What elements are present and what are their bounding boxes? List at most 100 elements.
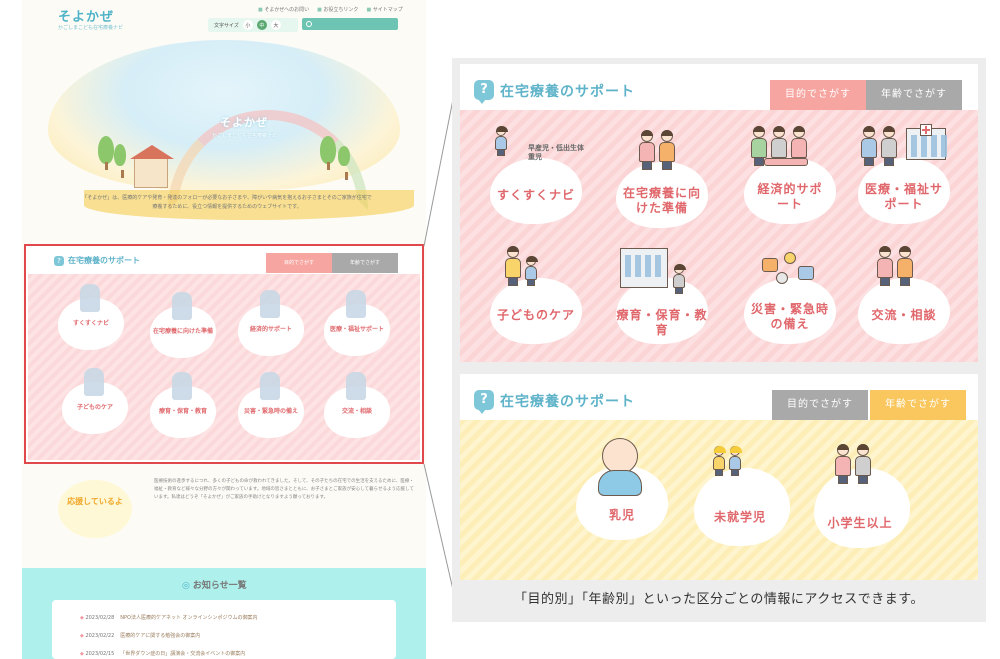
header-link-contact[interactable]: そよかぜへのお問い [258, 6, 309, 13]
mini-item-exchange[interactable]: 交流・相談 [324, 372, 390, 438]
header-link-useful[interactable]: お役立ちリンク [317, 6, 358, 13]
flashlight-icon [784, 252, 796, 264]
tab-purpose[interactable]: 目的でさがす [772, 390, 868, 420]
item-exchange-consultation[interactable]: 交流・相談 [850, 244, 954, 348]
water-icon [776, 272, 788, 284]
support-section: 応援しているよ 医療技術の進歩するにつれ、多くの子どもの命が救われてきました。そ… [44, 470, 424, 562]
item-preschool[interactable]: 未就学児 [686, 446, 790, 550]
item-label: 未就学児 [713, 510, 766, 524]
item-label: 災害・緊急時の備え [750, 302, 829, 331]
mini-item-education[interactable]: 療育・保育・教育 [150, 372, 216, 438]
item-disaster-preparedness[interactable]: 災害・緊急時の備え [736, 244, 840, 348]
baby-body-icon [598, 470, 642, 496]
baby-illustration-icon [494, 126, 508, 156]
purpose-panel-body: 早産児・低出生体重児 すくすくナビ 在宅療養に向けた準備 経済的サポート 医療・… [460, 110, 978, 362]
tree-illustration [320, 136, 336, 170]
news-section: お知らせ一覧 2023/02/28 NPO法人医療的ケアネット オンラインシンポジ… [22, 568, 426, 659]
zoomed-panels: ? 在宅療養のサポート 目的でさがす 年齢でさがす 早産児・低出生体重児 すくす… [452, 58, 986, 622]
supplies-icon [798, 266, 814, 280]
tree-illustration [338, 146, 350, 180]
news-item[interactable]: 2023/02/15 「世界ダウン症の日」講演会・交流会イベントの御案内 [80, 650, 245, 657]
item-label: 在宅療養に向けた準備 [622, 186, 701, 215]
item-elementary-and-above[interactable]: 小学生以上 [806, 444, 910, 548]
tab-purpose[interactable]: 目的でさがす [770, 80, 866, 117]
baby-face-icon [602, 438, 638, 474]
item-sublabel: 早産児・低出生体重児 [528, 144, 584, 161]
item-label: 乳児 [608, 508, 635, 522]
item-medical-welfare-support[interactable]: 医療・福祉サポート [850, 124, 954, 228]
hero-subtitle: かごしまこども在宅療養ナビ [212, 133, 278, 139]
news-text[interactable]: 「世界ダウン症の日」講演会・交流会イベントの御案内 [120, 651, 245, 657]
tree-illustration [114, 144, 126, 178]
school-building-icon [620, 248, 668, 288]
mini-panel-header: ? 在宅療養のサポート 目的でさがす 年齢でさがす [28, 248, 420, 274]
font-size-switcher: 文字サイズ 小 中 大 [208, 18, 298, 32]
house-illustration [130, 145, 174, 188]
site-logo[interactable]: そよかぜ [58, 6, 114, 25]
news-item[interactable]: 2023/02/22 医療的ケアに関する勉強会の御案内 [80, 632, 200, 639]
caption-text: 「目的別」「年齢別」といった区分ごとの情報にアクセスできます。 [514, 592, 924, 607]
item-home-care-preparation[interactable]: 在宅療養に向けた準備 [608, 128, 712, 232]
school-children-icon [834, 444, 872, 484]
mini-panel-body: すくすくナビ 在宅療養に向けた準備 経済的サポート 医療・福祉サポート 子どもの… [28, 274, 420, 460]
table-icon [764, 158, 808, 166]
mini-panel-title: 在宅療養のサポート [68, 256, 140, 265]
item-background [694, 468, 790, 546]
support-text: 医療技術の進歩するにつれ、多くの子どもの命が救われてきました。そして、その子たち… [154, 479, 414, 500]
font-size-large-button[interactable]: 大 [270, 20, 281, 30]
item-sukusuku-navi[interactable]: 早産児・低出生体重児 すくすくナビ [482, 124, 586, 228]
mini-item-sukusuku[interactable]: すくすくナビ [58, 284, 124, 350]
news-text[interactable]: NPO法人医療的ケアネット オンラインシンポジウムの御案内 [120, 615, 257, 621]
question-icon: ? [474, 80, 494, 104]
purpose-panel-title: 在宅療養のサポート [500, 84, 635, 100]
age-panel-title: 在宅療養のサポート [500, 394, 635, 410]
mini-item-disaster[interactable]: 災害・緊急時の備え [238, 372, 304, 438]
support-badge: 応援しているよ [58, 480, 132, 538]
mini-item-economic[interactable]: 経済的サポート [238, 290, 304, 356]
search-input[interactable] [302, 18, 398, 30]
age-panel: ? 在宅療養のサポート 目的でさがす 年齢でさがす 乳児 未就学児 小学生以上 [460, 374, 978, 580]
item-child-care[interactable]: 子どものケア [482, 244, 586, 348]
mini-item-medical[interactable]: 医療・福祉サポート [324, 290, 390, 356]
hero-title: そよかぜ [220, 116, 268, 129]
font-size-medium-button[interactable]: 中 [256, 20, 267, 30]
site-header: そよかぜ かごしまこども在宅療養ナビ そよかぜへのお問い お役立ちリンク サイト… [22, 0, 426, 44]
item-label: 経済的サポート [757, 182, 823, 211]
news-item[interactable]: 2023/02/28 NPO法人医療的ケアネット オンラインシンポジウムの御案内 [80, 614, 257, 621]
item-economic-support[interactable]: 経済的サポート [736, 124, 840, 228]
purpose-panel-header: ? 在宅療養のサポート 目的でさがす 年齢でさがす [460, 64, 978, 117]
mini-tab-purpose[interactable]: 目的でさがす [266, 253, 332, 273]
highlighted-support-panel: ? 在宅療養のサポート 目的でさがす 年齢でさがす すくすくナビ 在宅療養に向け… [24, 244, 424, 464]
news-title: お知らせ一覧 [182, 578, 247, 591]
item-education-childcare[interactable]: 療育・保育・教育 [608, 244, 712, 348]
news-text[interactable]: 医療的ケアに関する勉強会の御案内 [120, 633, 200, 639]
question-icon: ? [474, 390, 494, 414]
age-panel-body: 乳児 未就学児 小学生以上 [460, 420, 978, 580]
purpose-panel: ? 在宅療養のサポート 目的でさがす 年齢でさがす 早産児・低出生体重児 すくす… [460, 64, 978, 362]
site-logo-subtitle: かごしまこども在宅療養ナビ [58, 25, 124, 31]
item-label: 療育・保育・教育 [616, 308, 708, 337]
people-talking-icon [876, 246, 914, 286]
mini-tab-age[interactable]: 年齢でさがす [332, 253, 398, 273]
medical-cross-icon [920, 124, 932, 136]
news-date: 2023/02/22 [85, 633, 115, 639]
tab-age[interactable]: 年齢でさがす [870, 390, 966, 427]
item-label: 交流・相談 [871, 308, 937, 322]
header-links: そよかぜへのお問い お役立ちリンク サイトマップ [258, 6, 403, 13]
mini-item-child-care[interactable]: 子どものケア [62, 368, 128, 434]
medical-staff-icon [860, 126, 898, 166]
news-list: 2023/02/28NPO法人医療的ケアネット オンラインシンポジウムの御案内 … [52, 600, 396, 659]
header-link-sitemap[interactable]: サイトマップ [366, 6, 403, 13]
intro-text: 「そよかぜ」は、医療的ケアや発育・発達のフォローが必要なお子さまや、障がいや病気… [82, 195, 372, 210]
preschool-children-icon [712, 446, 742, 476]
parent-and-child-icon [638, 130, 676, 170]
hero-illustration: そよかぜ かごしまこども在宅療養ナビ [48, 40, 414, 220]
item-infant[interactable]: 乳児 [568, 438, 672, 542]
caregiver-and-child-icon [504, 246, 538, 286]
tab-age[interactable]: 年齢でさがす [866, 80, 962, 110]
mini-item-preparation[interactable]: 在宅療養に向けた準備 [150, 292, 216, 358]
tree-illustration [98, 136, 114, 170]
font-size-label: 文字サイズ [214, 22, 239, 29]
site-thumbnail: そよかぜ かごしまこども在宅療養ナビ そよかぜへのお問い お役立ちリンク サイト… [22, 0, 426, 659]
font-size-small-button[interactable]: 小 [242, 20, 253, 30]
